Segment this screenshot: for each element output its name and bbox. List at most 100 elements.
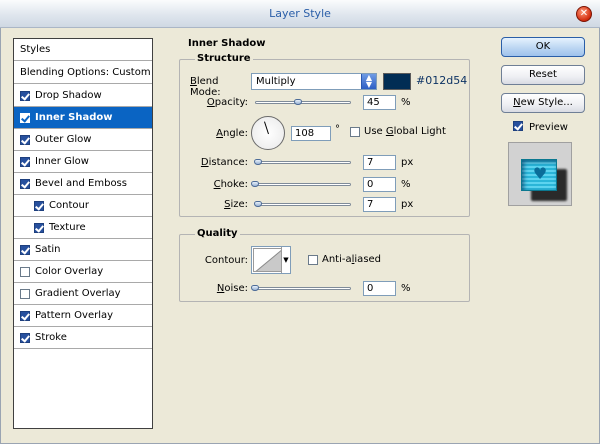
global-light-checkbox[interactable] bbox=[350, 127, 360, 137]
distance-slider-thumb[interactable] bbox=[254, 159, 262, 165]
style-item-label: Satin bbox=[35, 244, 61, 255]
angle-dial-hand bbox=[264, 121, 269, 135]
style-item-inner-shadow[interactable]: Inner Shadow bbox=[14, 107, 152, 129]
reset-button[interactable]: Reset bbox=[501, 65, 585, 85]
style-item-checkbox[interactable] bbox=[20, 178, 30, 189]
structure-title: Structure bbox=[195, 53, 253, 64]
size-slider-track[interactable] bbox=[255, 203, 351, 206]
blend-mode-value: Multiply bbox=[256, 76, 296, 87]
style-item-inner-glow[interactable]: Inner Glow bbox=[14, 151, 152, 173]
style-item-bevel-and-emboss[interactable]: Bevel and Emboss bbox=[14, 173, 152, 195]
styles-header[interactable]: Styles bbox=[14, 39, 152, 61]
blend-mode-select[interactable]: Multiply ▲ ▼ bbox=[251, 73, 377, 90]
style-item-checkbox[interactable] bbox=[20, 244, 30, 255]
window-title: Layer Style bbox=[269, 7, 331, 20]
style-item-outer-glow[interactable]: Outer Glow bbox=[14, 129, 152, 151]
style-item-checkbox[interactable] bbox=[20, 134, 30, 145]
distance-input[interactable]: 7 bbox=[363, 155, 396, 170]
noise-slider-track[interactable] bbox=[255, 287, 351, 290]
style-item-checkbox[interactable] bbox=[20, 156, 30, 167]
preview-checkbox[interactable] bbox=[513, 121, 523, 131]
style-item-checkbox[interactable] bbox=[20, 310, 30, 321]
style-item-label: Outer Glow bbox=[35, 134, 92, 145]
style-item-label: Inner Glow bbox=[35, 156, 89, 167]
style-item-label: Drop Shadow bbox=[35, 90, 102, 101]
size-label: Size: bbox=[224, 199, 248, 210]
style-item-label: Texture bbox=[49, 222, 86, 233]
style-item-pattern-overlay[interactable]: Pattern Overlay bbox=[14, 305, 152, 327]
noise-input[interactable]: 0 bbox=[363, 281, 396, 296]
new-style-button[interactable]: New Style... bbox=[501, 93, 585, 113]
close-button[interactable]: ✕ bbox=[576, 6, 592, 22]
style-item-label: Pattern Overlay bbox=[35, 310, 114, 321]
choke-slider-track[interactable] bbox=[255, 183, 351, 186]
size-unit: px bbox=[401, 199, 414, 210]
style-item-checkbox[interactable] bbox=[20, 288, 30, 299]
angle-unit: ° bbox=[335, 124, 340, 135]
styles-list: Styles Blending Options: Custom Drop Sha… bbox=[13, 38, 153, 429]
style-item-label: Bevel and Emboss bbox=[35, 178, 127, 189]
style-item-label: Inner Shadow bbox=[35, 112, 113, 123]
style-item-checkbox[interactable] bbox=[34, 222, 44, 233]
style-item-contour[interactable]: Contour bbox=[14, 195, 152, 217]
preview-swatch: ♥ bbox=[521, 159, 557, 191]
anti-aliased-checkbox[interactable] bbox=[308, 255, 318, 265]
shadow-color-swatch[interactable] bbox=[383, 73, 411, 90]
contour-curve-icon bbox=[255, 250, 281, 271]
style-item-checkbox[interactable] bbox=[34, 200, 44, 211]
size-slider-thumb[interactable] bbox=[254, 201, 262, 207]
noise-label: Noise: bbox=[216, 283, 248, 294]
opacity-input[interactable]: 45 bbox=[363, 95, 396, 110]
styles-header-label: Styles bbox=[20, 44, 51, 55]
close-icon: ✕ bbox=[579, 8, 589, 19]
shadow-color-hex: #012d54 bbox=[416, 74, 468, 87]
blend-mode-label: Blend Mode: bbox=[190, 76, 221, 98]
style-item-checkbox[interactable] bbox=[20, 332, 30, 343]
quality-title: Quality bbox=[195, 228, 240, 239]
style-preview: ♥ bbox=[508, 142, 572, 206]
contour-picker[interactable]: ▼ bbox=[251, 246, 291, 274]
heart-icon: ♥ bbox=[532, 164, 548, 183]
opacity-label: Opacity: bbox=[206, 97, 248, 108]
style-item-stroke[interactable]: Stroke bbox=[14, 327, 152, 349]
style-item-label: Gradient Overlay bbox=[35, 288, 121, 299]
ok-button[interactable]: OK bbox=[501, 37, 585, 57]
angle-label: Angle: bbox=[216, 128, 248, 139]
style-item-gradient-overlay[interactable]: Gradient Overlay bbox=[14, 283, 152, 305]
choke-unit: % bbox=[401, 179, 411, 190]
blending-options-item[interactable]: Blending Options: Custom bbox=[14, 62, 152, 84]
angle-dial[interactable] bbox=[251, 116, 285, 150]
blend-mode-dropdown-icon[interactable]: ▲ ▼ bbox=[361, 74, 376, 89]
global-light-label: Use Global Light bbox=[364, 126, 446, 137]
style-item-color-overlay[interactable]: Color Overlay bbox=[14, 261, 152, 283]
section-title: Inner Shadow bbox=[186, 38, 268, 49]
opacity-slider-thumb[interactable] bbox=[294, 99, 302, 105]
angle-input[interactable]: 108 bbox=[291, 126, 331, 141]
style-item-satin[interactable]: Satin bbox=[14, 239, 152, 261]
size-input[interactable]: 7 bbox=[363, 197, 396, 212]
opacity-slider-track[interactable] bbox=[255, 101, 351, 104]
choke-input[interactable]: 0 bbox=[363, 177, 396, 192]
style-item-label: Stroke bbox=[35, 332, 67, 343]
distance-unit: px bbox=[401, 157, 414, 168]
style-item-label: Color Overlay bbox=[35, 266, 104, 277]
title-bar[interactable]: Layer Style ✕ bbox=[0, 0, 600, 28]
style-item-label: Contour bbox=[49, 200, 89, 211]
style-item-checkbox[interactable] bbox=[20, 112, 30, 123]
blending-options-label: Blending Options: Custom bbox=[20, 67, 151, 78]
noise-slider-thumb[interactable] bbox=[251, 285, 259, 291]
distance-slider-track[interactable] bbox=[255, 161, 351, 164]
style-item-checkbox[interactable] bbox=[20, 90, 30, 101]
style-item-texture[interactable]: Texture bbox=[14, 217, 152, 239]
contour-dropdown-icon[interactable]: ▼ bbox=[281, 247, 290, 273]
noise-unit: % bbox=[401, 283, 411, 294]
contour-label: Contour: bbox=[204, 255, 248, 266]
distance-label: Distance: bbox=[200, 157, 248, 168]
choke-label: Choke: bbox=[213, 179, 248, 190]
preview-label: Preview bbox=[529, 122, 568, 133]
style-item-checkbox[interactable] bbox=[20, 266, 30, 277]
style-item-drop-shadow[interactable]: Drop Shadow bbox=[14, 85, 152, 107]
contour-graph bbox=[253, 248, 282, 272]
opacity-unit: % bbox=[401, 97, 411, 108]
choke-slider-thumb[interactable] bbox=[251, 181, 259, 187]
